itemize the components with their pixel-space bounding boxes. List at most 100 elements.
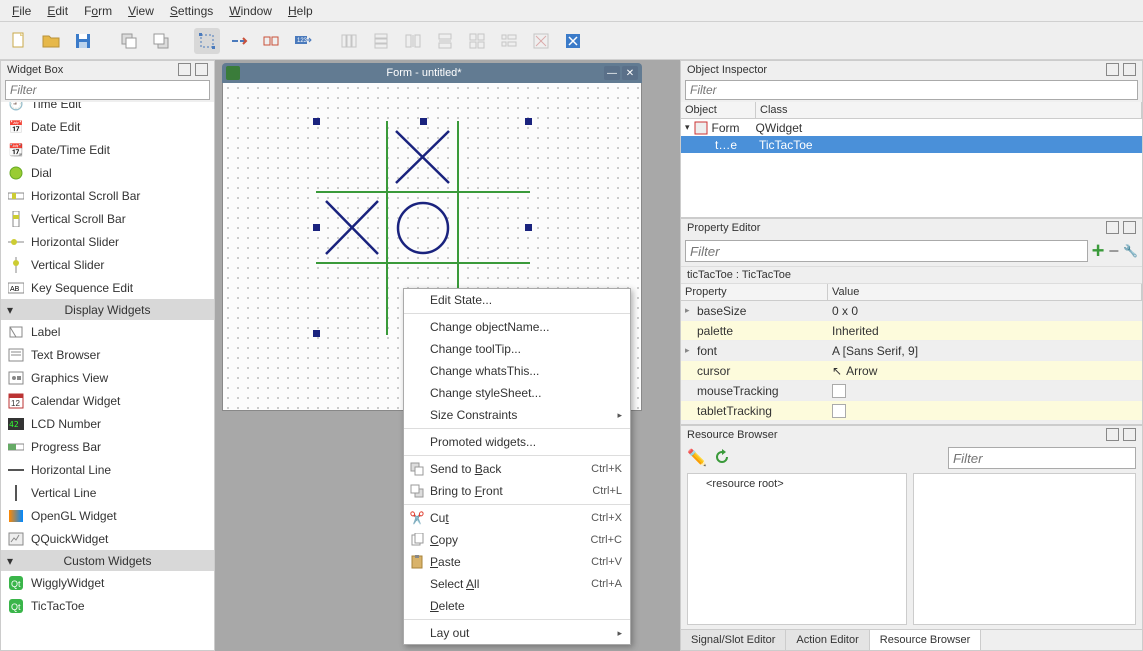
section-display-widgets[interactable]: ▾Display Widgets [1,299,214,320]
menu-view[interactable]: View [122,2,160,20]
break-layout-icon [528,28,554,54]
ctx-bring-to-front[interactable]: Bring to FrontCtrl+L [404,480,630,502]
resource-browser-dock: Resource Browser ✏️ <resource root> Sign… [680,425,1143,651]
property-editor-dock: Property Editor + − 🔧 ticTacToe : TicTac… [680,218,1143,425]
menu-help[interactable]: Help [282,2,319,20]
ctx-edit-state[interactable]: Edit State... [404,289,630,311]
svg-text:42: 42 [9,420,19,429]
menu-form[interactable]: Form [78,2,118,20]
remove-property-icon[interactable]: − [1109,241,1120,262]
dock-close-icon[interactable] [195,63,208,76]
edit-widgets-icon[interactable] [194,28,220,54]
open-file-icon[interactable] [38,28,64,54]
property-row[interactable]: mouseTracking [681,381,1142,401]
resource-browser-title: Resource Browser [687,429,777,441]
toolbar: 123 [0,22,1143,60]
menu-window[interactable]: Window [223,2,278,20]
layout-v-icon [368,28,394,54]
ctx-send-to-back[interactable]: Send to BackCtrl+K [404,458,630,480]
object-row-tictactoe[interactable]: t…eTicTacToe [681,136,1142,153]
resource-tree[interactable]: <resource root> [687,473,907,625]
form-icon [226,66,240,80]
tab-resource-browser[interactable]: Resource Browser [870,630,981,650]
ctx-cut[interactable]: ✂️CutCtrl+X [404,507,630,529]
dock-close-icon[interactable] [1123,428,1136,441]
ctx-change-whatsthis[interactable]: Change whatsThis... [404,360,630,382]
form-design-area[interactable]: Form - untitled* — ✕ [215,60,680,651]
section-custom-widgets[interactable]: ▾Custom Widgets [1,550,214,571]
ctx-copy[interactable]: CopyCtrl+C [404,529,630,551]
dock-close-icon[interactable] [1123,221,1136,234]
ctx-change-objectname[interactable]: Change objectName... [404,316,630,338]
object-inspector-dock: Object Inspector ObjectClass ▾FormQWidge… [680,60,1143,218]
context-menu: Edit State... Change objectName... Chang… [403,288,631,645]
property-list[interactable]: ▸baseSize0 x 0paletteInherited▸fontA [Sa… [681,301,1142,421]
property-filter[interactable] [685,240,1088,262]
resource-filter[interactable] [948,447,1136,469]
menu-file[interactable]: File [6,2,37,20]
widget-list[interactable]: 🕘Time Edit 📅Date Edit 📆Date/Time Edit Di… [1,102,214,650]
ctx-delete[interactable]: Delete [404,595,630,617]
svg-text:Qt: Qt [11,579,21,589]
widget-box-filter[interactable] [5,80,210,100]
property-row[interactable]: ▸baseSize0 x 0 [681,301,1142,321]
bottom-tabs: Signal/Slot Editor Action Editor Resourc… [681,629,1142,650]
reload-icon[interactable] [713,448,731,469]
property-editor-title: Property Editor [687,222,760,234]
edit-resources-icon[interactable]: ✏️ [687,448,707,468]
bring-front-icon[interactable] [148,28,174,54]
widget-box-title: Widget Box [7,64,63,76]
dock-float-icon[interactable] [1106,428,1119,441]
resource-preview[interactable] [913,473,1136,625]
property-row[interactable]: cursor↖Arrow [681,361,1142,381]
object-inspector-filter[interactable] [685,80,1138,100]
form-close-icon[interactable]: ✕ [622,66,638,80]
object-tree[interactable]: ▾FormQWidget t…eTicTacToe [681,119,1142,217]
ctx-promoted-widgets[interactable]: Promoted widgets... [404,431,630,453]
dock-float-icon[interactable] [178,63,191,76]
send-back-icon[interactable] [116,28,142,54]
resize-handle[interactable] [313,118,320,125]
property-row[interactable]: paletteInherited [681,321,1142,341]
layout-form-icon [496,28,522,54]
object-row-form[interactable]: ▾FormQWidget [681,119,1142,136]
dock-float-icon[interactable] [1106,221,1119,234]
edit-signals-icon[interactable] [226,28,252,54]
menu-edit[interactable]: Edit [41,2,74,20]
new-file-icon[interactable] [6,28,32,54]
add-property-icon[interactable]: + [1092,238,1105,264]
ctx-select-all[interactable]: Select AllCtrl+A [404,573,630,595]
property-row[interactable]: tabletTracking [681,401,1142,421]
resize-handle[interactable] [313,330,320,337]
edit-buddies-icon[interactable] [258,28,284,54]
ctx-paste[interactable]: PasteCtrl+V [404,551,630,573]
menu-settings[interactable]: Settings [164,2,219,20]
ctx-change-tooltip[interactable]: Change toolTip... [404,338,630,360]
layout-h-icon [336,28,362,54]
resize-handle[interactable] [525,118,532,125]
tab-signal-slot[interactable]: Signal/Slot Editor [681,630,786,650]
resize-handle[interactable] [525,224,532,231]
tab-action-editor[interactable]: Action Editor [786,630,869,650]
layout-hs-icon [400,28,426,54]
adjust-size-icon[interactable] [560,28,586,54]
settings-icon[interactable]: 🔧 [1123,244,1138,258]
form-title: Form - untitled* [246,67,602,79]
edit-tab-order-icon[interactable]: 123 [290,28,316,54]
ctx-layout[interactable]: Lay out▸ [404,622,630,644]
form-minimize-icon[interactable]: — [604,66,620,80]
layout-grid-icon [464,28,490,54]
layout-vs-icon [432,28,458,54]
dock-float-icon[interactable] [1106,63,1119,76]
ctx-change-stylesheet[interactable]: Change styleSheet... [404,382,630,404]
ctx-size-constraints[interactable]: Size Constraints▸ [404,404,630,426]
dock-close-icon[interactable] [1123,63,1136,76]
property-path: ticTacToe : TicTacToe [681,266,1142,284]
resize-handle[interactable] [313,224,320,231]
svg-text:12: 12 [11,399,20,408]
property-row[interactable]: ▸fontA [Sans Serif, 9] [681,341,1142,361]
svg-text:Qt: Qt [11,602,21,612]
save-file-icon[interactable] [70,28,96,54]
widget-box-dock: Widget Box 🕘Time Edit 📅Date Edit 📆Date/T… [0,60,215,651]
resize-handle[interactable] [420,118,427,125]
